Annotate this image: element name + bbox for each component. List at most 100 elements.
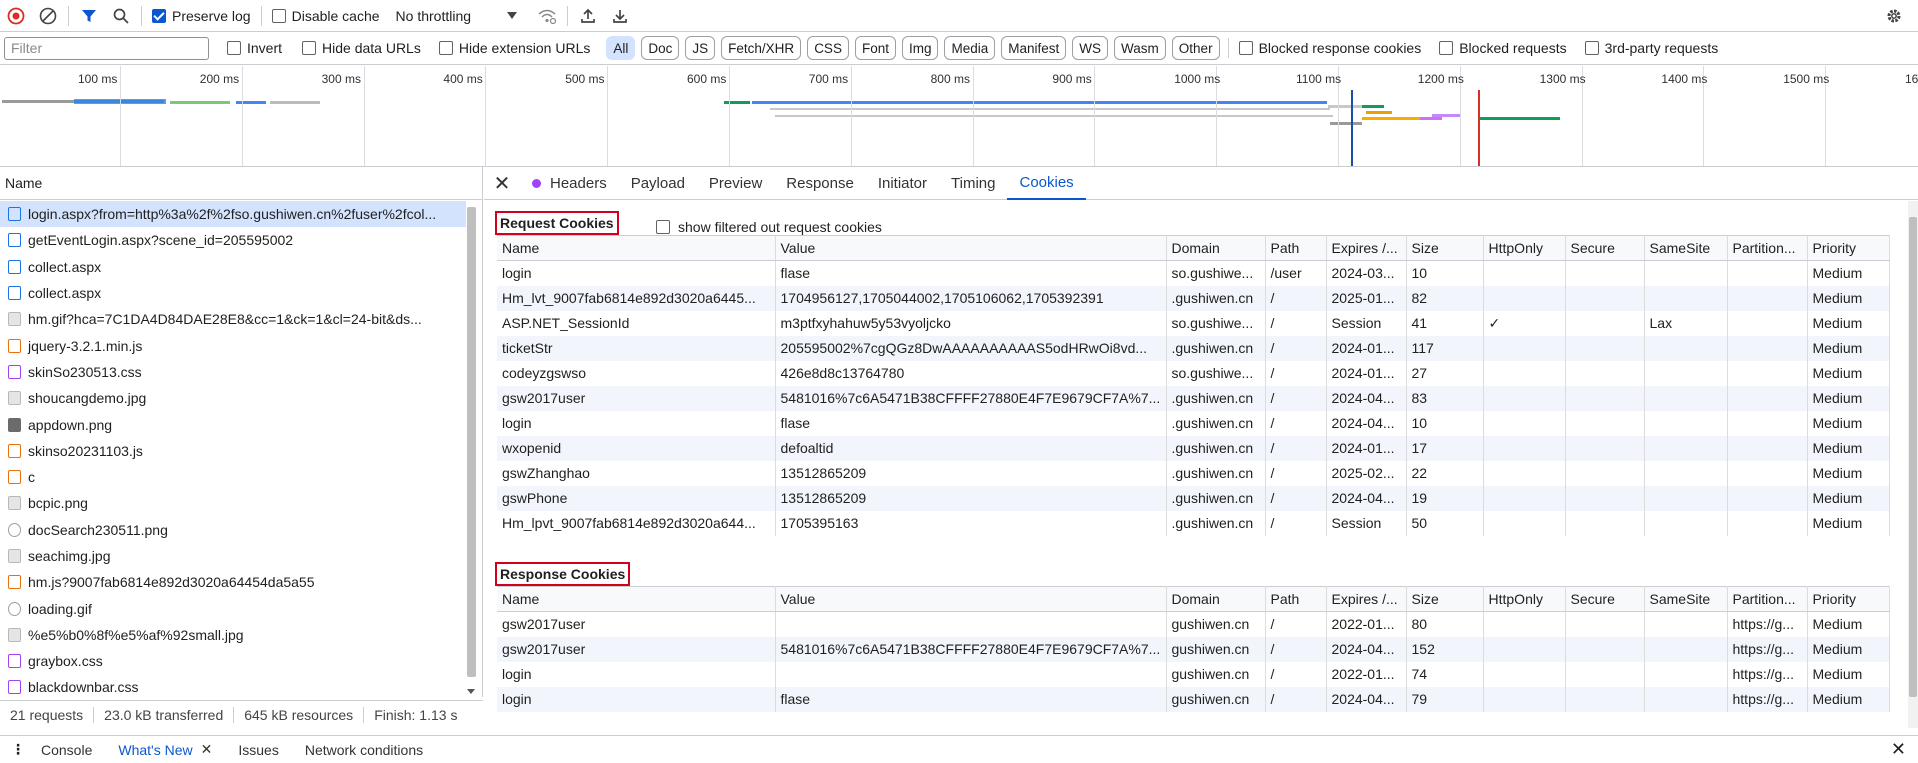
close-tab-icon[interactable]: ✕ bbox=[201, 741, 213, 758]
column-header[interactable]: SameSite bbox=[1644, 586, 1728, 612]
blocked-requests-check-icon[interactable] bbox=[1439, 41, 1454, 55]
blocked-requests-checkbox[interactable]: Blocked requests bbox=[1439, 40, 1567, 56]
show-filtered-cookies-checkbox[interactable]: show filtered out request cookies bbox=[656, 219, 882, 235]
column-header[interactable]: Partition... bbox=[1727, 235, 1808, 261]
column-header[interactable]: Name bbox=[497, 235, 776, 261]
request-row[interactable]: jquery-3.2.1.min.js bbox=[0, 332, 466, 358]
hide-data-urls-checkbox[interactable]: Hide data URLs bbox=[302, 40, 421, 56]
request-row[interactable]: skinSo230513.css bbox=[0, 359, 466, 385]
column-header[interactable]: Priority bbox=[1807, 586, 1890, 612]
scroll-down-arrow-icon[interactable] bbox=[467, 689, 475, 694]
import-har-icon[interactable] bbox=[572, 0, 604, 32]
close-icon[interactable]: ✕ bbox=[484, 171, 520, 196]
filter-chip-ws[interactable]: WS bbox=[1072, 36, 1109, 60]
scrollbar-thumb[interactable] bbox=[1909, 217, 1917, 697]
request-row[interactable]: blackdownbar.css bbox=[0, 674, 466, 700]
cookie-row[interactable]: ASP.NET_SessionId m3ptfxyhahuw5y53vyoljck… bbox=[497, 310, 1890, 336]
column-header[interactable]: Priority bbox=[1807, 235, 1890, 261]
more-options-icon[interactable]: ⋮ bbox=[8, 741, 28, 758]
filter-chip-wasm[interactable]: Wasm bbox=[1114, 36, 1166, 60]
clear-icon[interactable] bbox=[32, 0, 64, 32]
column-header[interactable]: Domain bbox=[1166, 586, 1266, 612]
request-list-scrollbar[interactable] bbox=[467, 207, 476, 677]
invert-check-icon[interactable] bbox=[227, 41, 241, 55]
cookie-row[interactable]: wxopenid defoaltid .gushiwen.cn/2024-01...… bbox=[497, 435, 1890, 461]
column-header[interactable]: Expires /... bbox=[1326, 586, 1407, 612]
column-header[interactable]: HttpOnly bbox=[1483, 235, 1566, 261]
column-header[interactable]: Path bbox=[1265, 235, 1327, 261]
hide-extension-urls-check-icon[interactable] bbox=[438, 41, 453, 55]
cookie-row[interactable]: login flase so.gushiwe.../user 2024-03... 10… bbox=[497, 260, 1890, 286]
filter-chip-manifest[interactable]: Manifest bbox=[1001, 36, 1067, 60]
column-header[interactable]: SameSite bbox=[1644, 235, 1728, 261]
request-row[interactable]: seachimg.jpg bbox=[0, 543, 466, 569]
filter-chip-other[interactable]: Other bbox=[1171, 36, 1220, 60]
filter-chip-all[interactable]: All bbox=[606, 36, 636, 60]
cookie-row[interactable]: gsw2017user gushiwen.cn/2022-01... 80 https… bbox=[497, 611, 1890, 637]
filter-chip-media[interactable]: Media bbox=[944, 36, 996, 60]
request-row[interactable]: c bbox=[0, 464, 466, 490]
column-header[interactable]: HttpOnly bbox=[1483, 586, 1566, 612]
third-party-requests-check-icon[interactable] bbox=[1584, 41, 1599, 55]
column-header[interactable]: Name bbox=[497, 586, 776, 612]
drawer-tab-issues[interactable]: Issues bbox=[225, 742, 291, 758]
disable-cache-check-icon[interactable] bbox=[271, 8, 286, 23]
preserve-log-checkbox[interactable]: Preserve log bbox=[152, 8, 251, 24]
column-header[interactable]: Expires /... bbox=[1326, 235, 1407, 261]
filter-chip-font[interactable]: Font bbox=[854, 36, 896, 60]
tab-cookies[interactable]: Cookies bbox=[1007, 167, 1086, 200]
drawer-tab-console[interactable]: Console bbox=[28, 742, 105, 758]
hide-extension-urls-checkbox[interactable]: Hide extension URLs bbox=[438, 40, 590, 56]
request-row[interactable]: appdown.png bbox=[0, 411, 466, 437]
preserve-log-check-icon[interactable] bbox=[152, 8, 166, 23]
timeline-overview[interactable]: 100 ms 200 ms 300 ms 400 ms 500 ms 600 ms 700 … bbox=[0, 66, 1918, 167]
request-row[interactable]: loading.gif bbox=[0, 595, 466, 621]
invert-checkbox[interactable]: Invert bbox=[227, 40, 282, 56]
cookie-row[interactable]: gsw2017user 5481016%7c6A5471B38CFFFF27880… bbox=[497, 636, 1890, 662]
column-header[interactable]: Value bbox=[775, 235, 1167, 261]
network-conditions-icon[interactable] bbox=[531, 0, 563, 32]
cookie-row[interactable]: Hm_lvt_9007fab6814e892d3020a6445... 17049… bbox=[497, 285, 1890, 311]
cookie-row[interactable]: ticketStr 205595002%7cgQGz8DwAAAAAAAAAAS5… bbox=[497, 335, 1890, 361]
throttling-select[interactable]: No throttling bbox=[396, 8, 518, 24]
drawer-tab-network-conditions[interactable]: Network conditions bbox=[292, 742, 436, 758]
column-header[interactable]: Size bbox=[1406, 586, 1484, 612]
request-row[interactable]: docSearch230511.png bbox=[0, 517, 466, 543]
filter-chip-css[interactable]: CSS bbox=[807, 36, 849, 60]
column-header[interactable]: Path bbox=[1265, 586, 1327, 612]
filter-icon[interactable] bbox=[73, 0, 105, 32]
filter-chip-js[interactable]: JS bbox=[685, 36, 716, 60]
cookie-row[interactable]: gswZhanghao 13512865209 .gushiwen.cn/2025-… bbox=[497, 460, 1890, 486]
record-stop-icon[interactable] bbox=[0, 0, 32, 32]
column-header[interactable]: Secure bbox=[1565, 586, 1645, 612]
close-drawer-icon[interactable]: ✕ bbox=[1891, 739, 1906, 760]
cookie-row[interactable]: login flase .gushiwen.cn/2024-04... 10 Mediu… bbox=[497, 410, 1890, 436]
tab-response[interactable]: Response bbox=[774, 167, 866, 200]
cookie-row[interactable]: Hm_lpvt_9007fab6814e892d3020a644... 17053… bbox=[497, 510, 1890, 536]
column-header[interactable]: Partition... bbox=[1727, 586, 1808, 612]
request-row[interactable]: collect.aspx bbox=[0, 254, 466, 280]
filter-chip-img[interactable]: Img bbox=[901, 36, 939, 60]
request-row[interactable]: graybox.css bbox=[0, 648, 466, 674]
cookies-scrollbar[interactable] bbox=[1908, 201, 1918, 728]
request-row[interactable]: collect.aspx bbox=[0, 280, 466, 306]
column-header[interactable]: Size bbox=[1406, 235, 1484, 261]
request-row[interactable]: getEventLogin.aspx?scene_id=205595002 bbox=[0, 227, 466, 253]
tab-timing[interactable]: Timing bbox=[939, 167, 1007, 200]
cookie-row[interactable]: gsw2017user 5481016%7c6A5471B38CFFFF27880… bbox=[497, 385, 1890, 411]
request-row[interactable]: bcpic.png bbox=[0, 490, 466, 516]
cookie-row[interactable]: login gushiwen.cn/2022-01... 74 https://g..… bbox=[497, 661, 1890, 687]
search-icon[interactable] bbox=[105, 0, 137, 32]
tab-initiator[interactable]: Initiator bbox=[866, 167, 939, 200]
request-row[interactable]: hm.gif?hca=7C1DA4D84DAE28E8&cc=1&ck=1&cl… bbox=[0, 306, 466, 332]
third-party-requests-checkbox[interactable]: 3rd-party requests bbox=[1584, 40, 1718, 56]
disable-cache-checkbox[interactable]: Disable cache bbox=[271, 8, 380, 24]
tab-preview[interactable]: Preview bbox=[697, 167, 774, 200]
request-row[interactable]: shoucangdemo.jpg bbox=[0, 385, 466, 411]
column-header[interactable]: Value bbox=[775, 586, 1167, 612]
tab-payload[interactable]: Payload bbox=[619, 167, 697, 200]
show-filtered-check-icon[interactable] bbox=[656, 220, 670, 234]
cookie-row[interactable]: login flase gushiwen.cn/2024-04... 79 https:… bbox=[497, 686, 1890, 712]
export-har-icon[interactable] bbox=[604, 0, 636, 32]
tab-headers[interactable]: Headers bbox=[520, 167, 619, 200]
